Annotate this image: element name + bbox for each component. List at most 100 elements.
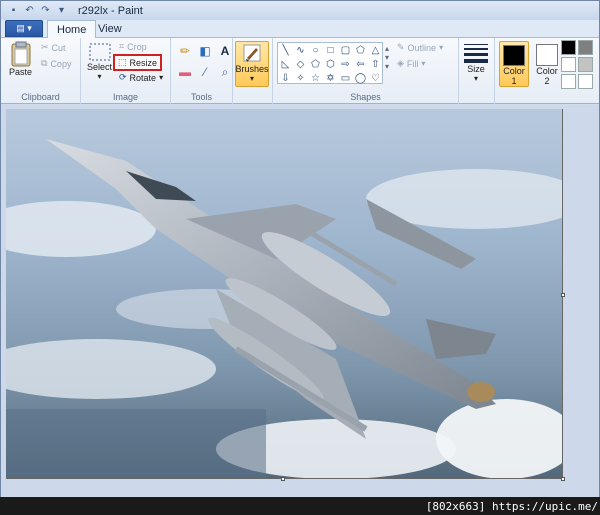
canvas-resize-handle-corner[interactable] <box>561 477 565 481</box>
paste-label: Paste <box>9 67 33 77</box>
arrow-left-shape-icon[interactable]: ⇦ <box>353 57 368 71</box>
ribbon-tab-row: ▤ ▾ Home View <box>1 20 599 38</box>
fill-dropdown-icon: ▾ <box>421 59 426 68</box>
quick-access-toolbar: ▪ ↶ ↷ ▾ <box>1 4 68 17</box>
group-tools: ✏ ◧ A ▬ ⁄ ⌕ Tools <box>171 38 233 104</box>
right-triangle-shape-icon[interactable]: ◺ <box>278 57 293 71</box>
fill-bucket-icon[interactable]: ◧ <box>197 43 213 59</box>
brushes-dropdown-icon: ▾ <box>249 74 254 83</box>
line-width-icon <box>463 42 489 64</box>
paint-menu-button[interactable]: ▤ ▾ <box>5 20 43 37</box>
resize-icon: ⬚ <box>118 57 127 67</box>
brushes-label: Brushes <box>235 64 269 74</box>
color1-swatch <box>503 45 525 66</box>
group-clipboard: Paste ✂ Cut ⧉ Copy Clipboard <box>1 38 81 104</box>
curve-shape-icon[interactable]: ∿ <box>293 43 308 57</box>
selection-rect-icon <box>88 42 112 62</box>
customize-dropdown-icon[interactable]: ▾ <box>55 4 68 17</box>
size-button[interactable]: Size ▾ <box>463 42 489 83</box>
palette-swatch[interactable] <box>578 40 593 55</box>
callout-rect-shape-icon[interactable]: ▭ <box>338 71 353 85</box>
rounded-rectangle-shape-icon[interactable]: ▢ <box>338 43 353 57</box>
hexagon-shape-icon[interactable]: ⬡ <box>323 57 338 71</box>
text-tool-icon[interactable]: A <box>217 43 233 59</box>
cut-label: Cut <box>51 42 66 53</box>
canvas-resize-handle-right[interactable] <box>561 293 565 297</box>
brush-icon <box>241 42 263 64</box>
magnifier-icon[interactable]: ⌕ <box>217 64 233 80</box>
copy-label: Copy <box>50 58 72 69</box>
group-label-image: Image <box>112 92 138 102</box>
group-size: Size ▾ <box>459 38 495 104</box>
color2-label: Color <box>536 66 558 76</box>
resize-label: Resize <box>129 57 158 68</box>
star4-shape-icon[interactable]: ✧ <box>293 71 308 85</box>
undo-icon[interactable]: ↶ <box>23 4 36 17</box>
group-image: Select ▾ ⌗ Crop ⬚ Resize ⟳ Rotate ▾ Imag… <box>81 38 171 104</box>
arrow-down-shape-icon[interactable]: ⇩ <box>278 71 293 85</box>
canvas-image-jet[interactable] <box>6 109 563 479</box>
paint-window: ▪ ↶ ↷ ▾ r292lx - Paint ▤ ▾ Home View Pas… <box>0 0 600 497</box>
tab-view[interactable]: View <box>89 20 131 38</box>
title-bar: ▪ ↶ ↷ ▾ r292lx - Paint <box>1 1 599 20</box>
crop-icon: ⌗ <box>119 41 125 51</box>
save-icon[interactable]: ▪ <box>7 4 20 17</box>
outline-label: Outline <box>407 42 437 53</box>
star6-shape-icon[interactable]: ✡ <box>323 71 338 85</box>
clipboard-icon <box>10 41 32 67</box>
outline-icon: ✎ <box>397 42 405 52</box>
redo-icon[interactable]: ↷ <box>39 4 52 17</box>
shapes-scroll-icon[interactable]: ▴ ▾ ▾ <box>385 44 389 71</box>
palette-swatch[interactable] <box>561 74 576 89</box>
palette-swatch[interactable] <box>578 57 593 72</box>
tools-grid: ✏ ◧ A ▬ ⁄ ⌕ <box>177 43 235 80</box>
group-label-shapes: Shapes <box>350 92 381 102</box>
color-picker-icon[interactable]: ⁄ <box>197 64 213 80</box>
paste-button[interactable]: Paste <box>9 41 32 77</box>
outline-dropdown-icon: ▾ <box>439 43 444 52</box>
cut-button[interactable]: ✂ Cut <box>41 42 66 53</box>
select-button[interactable]: Select ▾ <box>87 42 112 81</box>
group-brushes: Brushes ▾ <box>233 38 273 104</box>
copy-icon: ⧉ <box>41 58 48 68</box>
fill-button[interactable]: ◈ Fill ▾ <box>397 58 425 69</box>
canvas-area <box>1 105 599 497</box>
eraser-icon[interactable]: ▬ <box>177 64 193 80</box>
callout-oval-shape-icon[interactable]: ◯ <box>353 71 368 85</box>
ribbon: Paste ✂ Cut ⧉ Copy Clipboard Select ▾ ⌗ … <box>1 38 599 104</box>
star5-shape-icon[interactable]: ☆ <box>308 71 323 85</box>
window-title: r292lx - Paint <box>78 4 143 17</box>
line-shape-icon[interactable]: ╲ <box>278 43 293 57</box>
fill-icon: ◈ <box>397 58 404 68</box>
palette-swatch[interactable] <box>578 74 593 89</box>
color1-button[interactable]: Color 1 <box>499 41 529 87</box>
heart-shape-icon[interactable]: ♡ <box>368 71 383 85</box>
pencil-icon[interactable]: ✏ <box>177 43 193 59</box>
resize-button[interactable]: ⬚ Resize <box>113 54 163 71</box>
rotate-button[interactable]: ⟳ Rotate ▾ <box>119 72 163 83</box>
rotate-dropdown-icon: ▾ <box>159 73 164 82</box>
triangle-shape-icon[interactable]: △ <box>368 43 383 57</box>
watermark-text: [802x663] https://upic.me/ <box>425 499 598 513</box>
arrow-up-shape-icon[interactable]: ⇧ <box>368 57 383 71</box>
canvas-resize-handle-bottom[interactable] <box>281 477 285 481</box>
outline-button[interactable]: ✎ Outline ▾ <box>397 42 443 53</box>
color2-button[interactable]: Color 2 <box>532 41 562 87</box>
group-label-clipboard: Clipboard <box>21 92 60 102</box>
select-dropdown-icon: ▾ <box>97 72 102 81</box>
palette-swatch[interactable] <box>561 40 576 55</box>
crop-button[interactable]: ⌗ Crop <box>119 41 147 52</box>
brushes-button[interactable]: Brushes ▾ <box>235 41 269 87</box>
arrow-right-shape-icon[interactable]: ⇨ <box>338 57 353 71</box>
palette-swatch[interactable] <box>561 57 576 72</box>
rectangle-shape-icon[interactable]: □ <box>323 43 338 57</box>
diamond-shape-icon[interactable]: ◇ <box>293 57 308 71</box>
size-label: Size <box>467 64 485 74</box>
oval-shape-icon[interactable]: ○ <box>308 43 323 57</box>
color1-number: 1 <box>511 76 517 86</box>
crop-label: Crop <box>127 41 147 52</box>
color2-number: 2 <box>544 76 550 86</box>
polygon-shape-icon[interactable]: ⬠ <box>353 43 368 57</box>
pentagon-shape-icon[interactable]: ⬠ <box>308 57 323 71</box>
copy-button[interactable]: ⧉ Copy <box>41 58 71 69</box>
